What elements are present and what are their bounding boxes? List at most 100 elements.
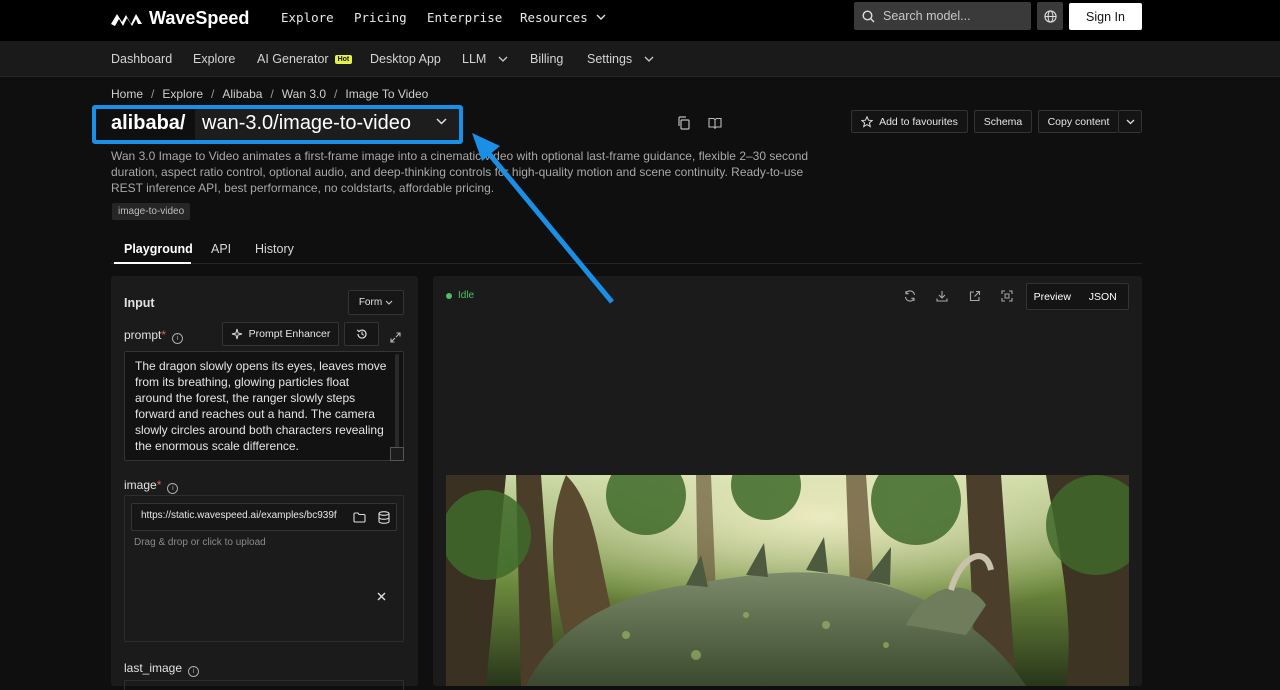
book-icon [708,117,722,129]
nav-enterprise[interactable]: Enterprise [427,9,502,25]
subnav-ai-generator-label: AI Generator [257,52,329,66]
preview-json-toggle: Preview JSON [1026,283,1129,310]
required-mark: * [156,478,162,492]
image-label: image* i [124,478,179,494]
tab-bar: Playground API History [111,236,1142,264]
external-link-icon [969,290,981,302]
copy-icon-button[interactable] [674,114,692,132]
output-preview-image [446,475,1129,686]
subnav-dashboard[interactable]: Dashboard [111,52,172,66]
breadcrumb-separator: / [270,87,274,101]
star-icon [861,115,874,128]
refresh-button[interactable] [902,288,918,304]
schema-button[interactable]: Schema [974,110,1032,133]
prompt-textarea[interactable]: The dragon slowly opens its eyes, leaves… [124,351,404,461]
clear-image-button[interactable] [377,589,386,604]
image-label-text: image [124,478,157,492]
expand-button[interactable] [387,329,403,345]
download-button[interactable] [934,288,950,304]
open-external-button[interactable] [967,288,983,304]
breadcrumb-home[interactable]: Home [111,87,143,101]
prompt-history-button[interactable] [344,322,379,346]
search-box[interactable] [854,2,1031,30]
add-to-favourites-label: Add to favourites [879,115,958,128]
last-image-label-text: last_image [124,661,183,675]
chevron-down-icon [1126,119,1134,124]
folder-icon[interactable] [353,512,366,523]
copy-content-dropdown[interactable] [1118,110,1142,133]
subnav-desktop-app[interactable]: Desktop App [370,52,441,66]
breadcrumb-separator: / [334,87,338,101]
form-mode-select[interactable]: Form [348,290,404,315]
brand-logo[interactable]: WaveSpeed [111,8,249,29]
close-icon [377,592,386,601]
tab-api[interactable]: API [211,242,231,256]
info-icon[interactable]: i [172,333,184,344]
prompt-enhancer-label: Prompt Enhancer [248,328,331,340]
subnav-explore[interactable]: Explore [193,52,235,66]
sparkle-icon [231,328,242,340]
highlight-box [92,105,463,144]
refresh-icon [904,290,916,302]
wavespeed-logo-icon [111,13,142,26]
chevron-down-icon [644,56,654,62]
breadcrumb: Home / Explore / Alibaba / Wan 3.0 / Image T… [111,87,428,101]
breadcrumb-wan[interactable]: Wan 3.0 [282,87,326,101]
breadcrumb-alibaba[interactable]: Alibaba [222,87,262,101]
image-url-field [131,503,397,531]
expand-icon [389,331,401,343]
subnav-billing[interactable]: Billing [530,52,563,66]
fullscreen-icon [1001,290,1013,302]
subnav-llm-label: LLM [462,52,487,66]
copy-icon [677,116,690,130]
preview-tab[interactable]: Preview [1027,290,1078,303]
language-button[interactable] [1037,2,1063,30]
required-mark: * [161,328,167,342]
search-input[interactable] [883,9,1023,23]
resize-handle[interactable] [390,447,404,461]
breadcrumb-explore[interactable]: Explore [162,87,203,101]
nav-pricing[interactable]: Pricing [354,9,407,25]
json-tab[interactable]: JSON [1078,291,1129,303]
subnav-settings[interactable]: Settings [587,52,654,66]
nav-explore[interactable]: Explore [281,9,334,25]
drag-drop-hint: Drag & drop or click to upload [134,537,266,548]
breadcrumb-separator: / [211,87,215,101]
model-tag[interactable]: image-to-video [112,203,191,220]
last-image-label: last_image i [124,661,200,677]
subnav-ai-generator[interactable]: AI Generator Hot [257,52,353,66]
active-tab-indicator [114,262,191,264]
top-bar: WaveSpeed Explore Pricing Enterprise Res… [0,0,1280,41]
sub-navigation: Dashboard Explore AI Generator Hot Deskto… [0,41,1280,77]
chevron-down-icon [498,56,508,62]
status-text: Idle [458,290,475,301]
image-url-input[interactable] [141,510,345,521]
tab-history[interactable]: History [255,242,294,256]
add-to-favourites-button[interactable]: Add to favourites [851,110,968,133]
nav-resources-label: Resources [520,9,588,25]
copy-content-button[interactable]: Copy content [1038,110,1118,133]
breadcrumb-separator: / [151,87,155,101]
info-icon[interactable]: i [188,666,200,677]
search-icon [862,9,875,22]
sign-in-button[interactable]: Sign In [1069,3,1142,30]
brand-name: WaveSpeed [149,8,250,28]
model-description: Wan 3.0 Image to Video animates a first-… [111,149,809,195]
prompt-scrollbar[interactable] [395,354,399,450]
status-dot [446,292,452,299]
docs-icon-button[interactable] [706,114,724,132]
tab-playground[interactable]: Playground [124,242,193,256]
subnav-settings-label: Settings [587,52,633,66]
subnav-llm[interactable]: LLM [462,52,508,66]
database-icon[interactable] [378,511,390,524]
form-mode-label: Form [358,297,383,308]
globe-icon [1043,9,1057,23]
prompt-label: prompt* i [124,328,184,344]
last-image-upload-area[interactable] [124,680,404,690]
prompt-enhancer-button[interactable]: Prompt Enhancer [222,322,339,346]
fullscreen-button[interactable] [999,288,1015,304]
info-icon[interactable]: i [167,483,179,494]
history-icon [356,329,367,339]
prompt-label-text: prompt [124,328,162,342]
nav-resources[interactable]: Resources [520,9,606,25]
